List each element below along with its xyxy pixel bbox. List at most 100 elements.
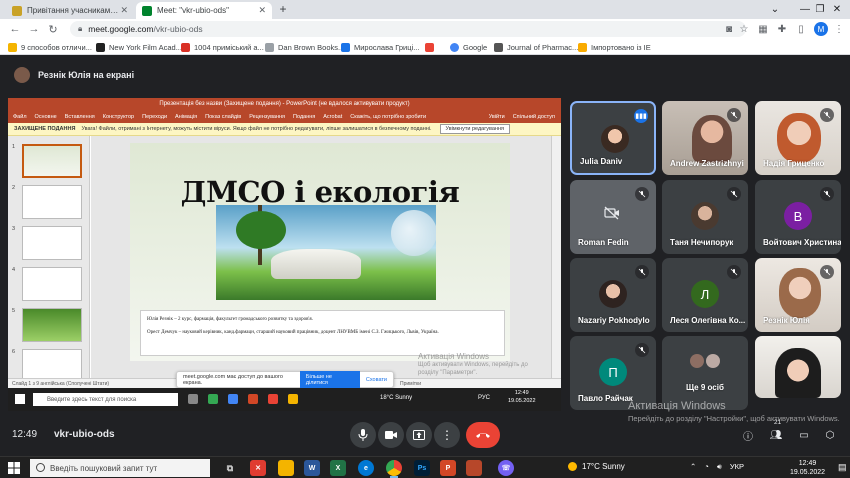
enable-editing-button[interactable]: Увімкнути редагування bbox=[439, 124, 510, 134]
new-tab-button[interactable]: + bbox=[276, 1, 290, 17]
ribbon-tab[interactable]: Анімація bbox=[175, 114, 197, 120]
edge-icon[interactable]: e bbox=[358, 460, 374, 476]
participant-tile[interactable]: Nazariy Pokhodylo bbox=[570, 258, 656, 332]
chevron-down-icon[interactable]: ⌄ bbox=[760, 0, 790, 19]
app-icon[interactable]: ✕ bbox=[250, 460, 266, 476]
hide-banner-button[interactable]: Сховати bbox=[366, 377, 387, 383]
people-icon[interactable]: 👥︎ bbox=[768, 427, 784, 443]
taskbar-clock[interactable]: 12:49 19.05.2022 bbox=[790, 459, 825, 477]
participant-tile[interactable]: ▮▮▮ Julia Daniv bbox=[570, 101, 656, 175]
star-icon[interactable]: ☆ bbox=[737, 22, 751, 36]
extension-icon[interactable]: ▦ bbox=[756, 22, 770, 36]
slide-thumbnail[interactable] bbox=[22, 185, 82, 219]
participant-tile[interactable]: Roman Fedin bbox=[570, 180, 656, 254]
sign-in-link[interactable]: Увійти bbox=[489, 114, 505, 120]
ribbon-tab[interactable]: Файл bbox=[13, 114, 27, 120]
ribbon-tab[interactable]: Конструктор bbox=[103, 114, 134, 120]
share-link[interactable]: Спільний доступ bbox=[513, 114, 555, 120]
bookmark-item-gmail[interactable] bbox=[425, 41, 438, 53]
screen-share-banner: meet.google.com має доступ до вашого екр… bbox=[176, 370, 394, 389]
powerpoint-ribbon: Файл Основне Вставлення Конструктор Пере… bbox=[8, 110, 561, 123]
chat-icon[interactable]: ▭ bbox=[796, 427, 812, 443]
bookmark-folder[interactable]: Імпортовано із IE bbox=[578, 41, 651, 53]
google-icon bbox=[450, 42, 459, 52]
reload-icon[interactable]: ↻ bbox=[46, 22, 60, 36]
address-bar[interactable]: 🔒︎ meet.google.com /vkr-ubio-ods bbox=[70, 21, 746, 37]
participant-tile[interactable]: В Войтович Христина bbox=[755, 180, 841, 254]
system-tray[interactable]: ⌃ ◔ 🔊︎ УКР bbox=[690, 462, 744, 472]
close-icon[interactable]: ✕ bbox=[120, 5, 128, 16]
window-close-icon[interactable]: ✕ bbox=[822, 0, 850, 19]
participant-tile[interactable]: Надія Гриценко bbox=[755, 101, 841, 175]
taskbar-search-input[interactable]: Введіть пошуковий запит тут bbox=[30, 459, 210, 477]
more-participants-tile[interactable]: Ще 9 осіб bbox=[662, 336, 748, 410]
participant-tile[interactable]: Резнік Юлія bbox=[755, 258, 841, 332]
leave-call-button[interactable] bbox=[466, 422, 500, 448]
info-icon[interactable]: ⓘ bbox=[740, 427, 756, 443]
gmail-icon bbox=[425, 42, 434, 52]
excel-icon[interactable]: X bbox=[330, 460, 346, 476]
chrome-icon[interactable] bbox=[386, 460, 402, 478]
more-menu-icon[interactable]: ⋮ bbox=[832, 22, 846, 36]
browser-tab-meet[interactable]: Meet: "vkr-ubio-ods" ✕ bbox=[136, 2, 272, 19]
microphone-icon bbox=[358, 429, 368, 441]
file-explorer-icon[interactable] bbox=[278, 460, 294, 476]
lock-icon: 🔒︎ bbox=[78, 24, 83, 33]
taskbar-weather[interactable]: 17°C Sunny bbox=[568, 462, 625, 471]
browser-tab-greeting[interactable]: Привітання учасникам студентської ✕ bbox=[6, 2, 134, 19]
forward-arrow-icon[interactable]: → bbox=[27, 22, 41, 36]
word-icon[interactable]: W bbox=[304, 460, 320, 476]
app-icon[interactable] bbox=[466, 460, 482, 476]
bookmark-item[interactable]: Journal of Pharmac... bbox=[494, 41, 578, 53]
participant-letter-avatar: Л bbox=[691, 280, 719, 308]
participant-tile[interactable]: Таня Нечипорук bbox=[662, 180, 748, 254]
notification-icon[interactable]: ▤ bbox=[838, 462, 847, 473]
back-arrow-icon[interactable]: ← bbox=[8, 22, 22, 36]
ribbon-tab[interactable]: Основне bbox=[35, 114, 57, 120]
ribbon-tab[interactable]: Рецензування bbox=[249, 114, 285, 120]
powerpoint-icon[interactable]: P bbox=[440, 460, 456, 476]
camera-button[interactable] bbox=[378, 422, 404, 448]
present-screen-button[interactable] bbox=[406, 422, 432, 448]
participant-tile[interactable]: Andrew Zastrizhnyi bbox=[662, 101, 748, 175]
tell-me-search[interactable]: Скажіть, що потрібно зробити bbox=[350, 114, 426, 120]
viber-icon[interactable]: ☏ bbox=[498, 460, 514, 476]
participant-name: Павло Райчак bbox=[578, 394, 633, 403]
ribbon-tab[interactable]: Показ слайдів bbox=[205, 114, 241, 120]
slide-thumbnail[interactable] bbox=[22, 144, 82, 178]
tab-title: Meet: "vkr-ubio-ods" bbox=[157, 6, 229, 15]
slide-scrollbar[interactable] bbox=[551, 136, 561, 378]
slide-thumbnail[interactable] bbox=[22, 226, 82, 260]
bookmark-item[interactable]: Мирослава Гриці... bbox=[341, 41, 419, 53]
close-icon[interactable]: ✕ bbox=[258, 5, 266, 16]
bookmark-item[interactable]: New York Film Acad... bbox=[96, 41, 182, 53]
puzzle-icon[interactable]: ✚ bbox=[775, 22, 789, 36]
profile-avatar[interactable]: M bbox=[814, 22, 828, 36]
camera-icon[interactable]: ◙ bbox=[722, 22, 736, 36]
sidebar-icon[interactable]: ▯ bbox=[794, 22, 808, 36]
stop-sharing-button[interactable]: Більше не ділитися bbox=[299, 370, 360, 389]
bookmark-item[interactable]: Google bbox=[450, 41, 487, 53]
participant-avatar bbox=[601, 125, 629, 153]
more-options-button[interactable]: ⋮ bbox=[434, 422, 460, 448]
bookmark-item[interactable]: Dan Brown Books... bbox=[265, 41, 344, 53]
meet-control-bar: 12:49 vkr-ubio-ods ⋮ ⓘ 👥︎ 21 ▭ ⬡ bbox=[0, 418, 850, 456]
photoshop-icon[interactable]: Ps bbox=[414, 460, 430, 476]
windows-start-icon[interactable] bbox=[8, 462, 20, 474]
participant-tile[interactable] bbox=[755, 336, 841, 398]
participant-tile[interactable]: Л Леся Олегівна Ко... bbox=[662, 258, 748, 332]
ribbon-tab[interactable]: Подання bbox=[293, 114, 315, 120]
notes-button[interactable]: Примітки bbox=[400, 381, 421, 387]
activities-icon[interactable]: ⬡ bbox=[822, 427, 838, 443]
participant-tile[interactable]: П Павло Райчак bbox=[570, 336, 656, 410]
task-view-icon[interactable]: ⧉ bbox=[222, 460, 238, 476]
slide-thumbnails: 1 2 3 4 5 6 bbox=[8, 136, 90, 383]
ribbon-tab[interactable]: Вставлення bbox=[65, 114, 95, 120]
ribbon-tab[interactable]: Переходи bbox=[142, 114, 167, 120]
slide-thumbnail[interactable] bbox=[22, 267, 82, 301]
microphone-button[interactable] bbox=[350, 422, 376, 448]
ribbon-tab[interactable]: Acrobat bbox=[323, 114, 342, 120]
slide-thumbnail[interactable] bbox=[22, 308, 82, 342]
bookmark-item[interactable]: 9 способов отличи... bbox=[8, 41, 92, 53]
bookmark-item[interactable]: 1004 приміський а... bbox=[181, 41, 264, 53]
